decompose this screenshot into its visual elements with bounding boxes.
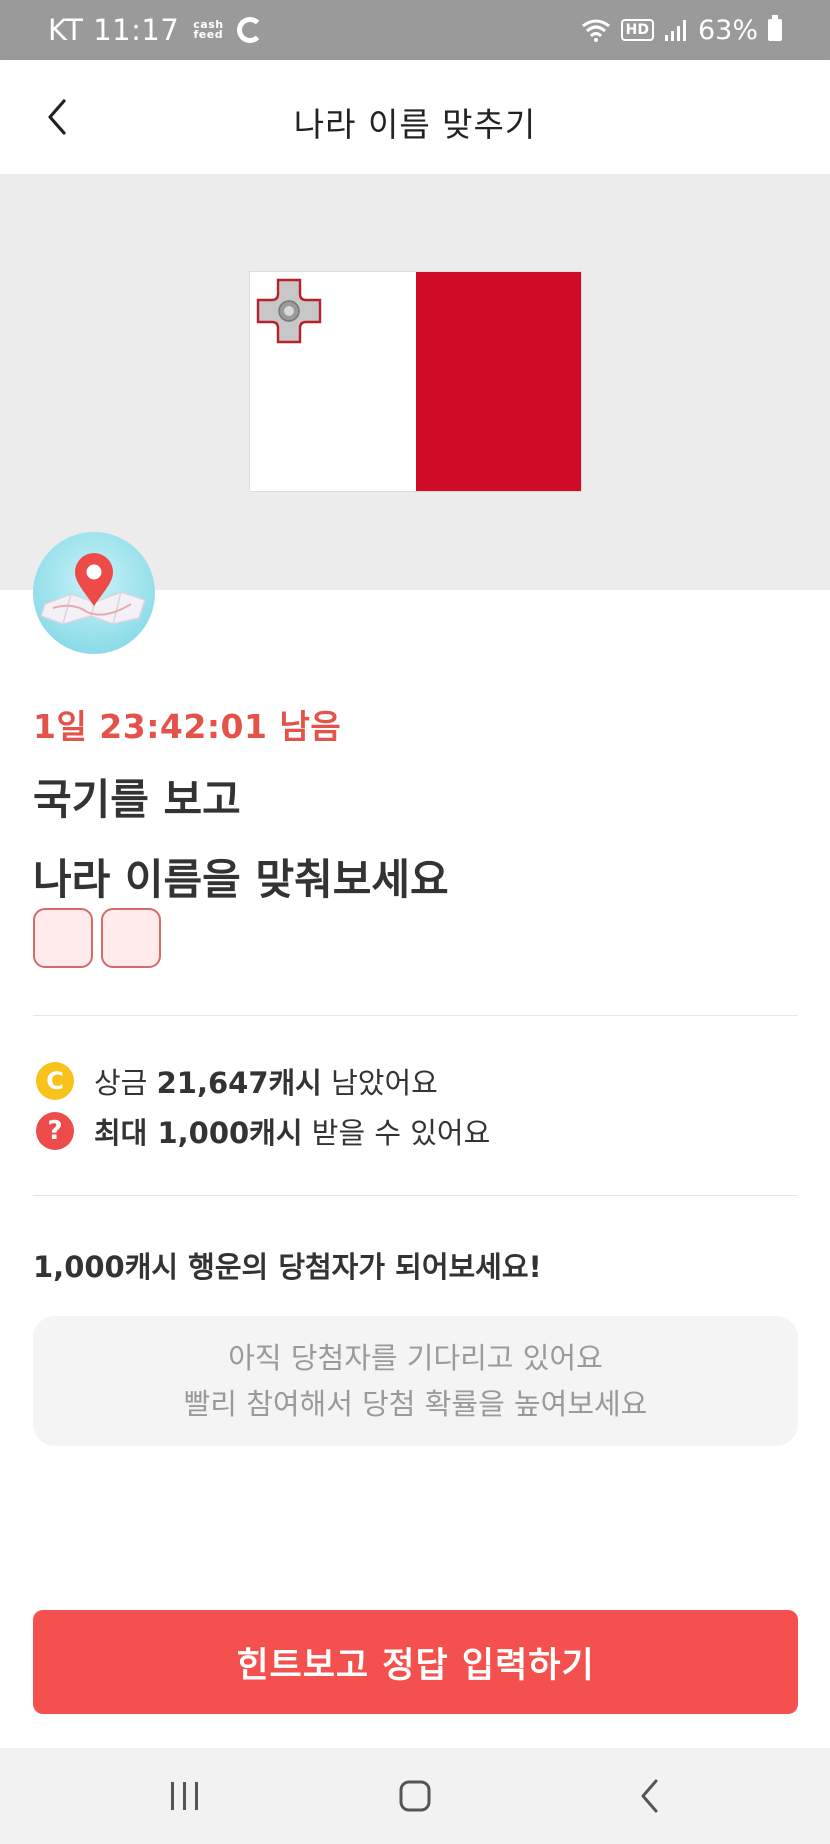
question-line-1: 국기를 보고 — [33, 775, 241, 824]
answer-slot[interactable] — [33, 908, 93, 968]
hint-answer-button[interactable]: 힌트보고 정답 입력하기 — [33, 1610, 798, 1714]
winners-empty-state: 아직 당첨자를 기다리고 있어요 빨리 참여해서 당첨 확률을 높여보세요 — [33, 1316, 798, 1446]
flag-area — [0, 174, 830, 590]
prize-remaining-row: C 상금 21,647캐시 남았어요 — [36, 1060, 438, 1102]
question-text: 국기를 보고 나라 이름을 맞춰보세요 — [33, 760, 449, 920]
prize-remaining-text: 상금 21,647캐시 남았어요 — [94, 1060, 438, 1102]
status-bar: KT 11:17 cash feed HD 63% — [0, 0, 830, 60]
empty-line-2: 빨리 참여해서 당첨 확률을 높여보세요 — [183, 1387, 648, 1421]
battery-icon — [768, 15, 782, 41]
question-mark-icon: ? — [36, 1112, 74, 1150]
map-pin-icon — [40, 553, 146, 625]
max-reward-suffix: 받을 수 있어요 — [302, 1116, 491, 1150]
max-reward-value: 최대 1,000캐시 — [94, 1116, 303, 1150]
prize-prefix: 상금 — [94, 1066, 157, 1100]
map-pin-avatar — [33, 532, 155, 654]
carrier-time: KT 11:17 — [48, 13, 180, 47]
lucky-winner-title: 1,000캐시 행운의 당첨자가 되어보세요! — [33, 1250, 542, 1284]
battery-percent: 63% — [697, 14, 758, 46]
flag-white-half — [250, 272, 416, 491]
prize-suffix: 남았어요 — [321, 1066, 438, 1100]
status-left: KT 11:17 cash feed — [48, 12, 264, 48]
app-header: 나라 이름 맞추기 — [0, 60, 830, 174]
country-flag — [249, 271, 582, 492]
coin-glyph: C — [46, 1067, 64, 1095]
app-logo-icon — [237, 17, 264, 43]
page-title: 나라 이름 맞추기 — [293, 105, 537, 144]
max-reward-row: ? 최대 1,000캐시 받을 수 있어요 — [36, 1110, 490, 1152]
answer-slot[interactable] — [101, 908, 161, 968]
status-right: HD 63% — [581, 12, 782, 48]
recent-apps-button[interactable] — [125, 1748, 245, 1844]
coin-icon: C — [36, 1062, 74, 1100]
signal-icon — [664, 20, 686, 41]
answer-slots — [33, 908, 161, 968]
empty-line-1: 아직 당첨자를 기다리고 있어요 — [228, 1341, 603, 1375]
countdown-timer: 1일 23:42:01 남음 — [33, 707, 342, 746]
badge-line-2: feed — [193, 28, 224, 41]
cashfeed-badge-icon: cash feed — [193, 19, 224, 41]
george-cross-icon — [256, 278, 322, 344]
system-back-button[interactable] — [590, 1748, 710, 1844]
home-icon — [399, 1780, 431, 1812]
back-arrow-icon — [641, 1779, 658, 1813]
home-button[interactable] — [355, 1748, 475, 1844]
recent-apps-icon — [171, 1782, 198, 1810]
divider — [33, 1195, 798, 1196]
hd-voice-icon: HD — [620, 19, 654, 41]
system-nav-bar — [0, 1748, 830, 1844]
screen: KT 11:17 cash feed HD 63% 나라 이름 맞추기 1일 2… — [0, 0, 830, 1844]
flag-red-half — [415, 272, 581, 491]
max-reward-text: 최대 1,000캐시 받을 수 있어요 — [94, 1110, 490, 1152]
divider — [33, 1015, 798, 1016]
wifi-icon — [581, 19, 610, 42]
prize-value: 21,647캐시 — [156, 1066, 322, 1100]
help-glyph: ? — [47, 1116, 63, 1146]
